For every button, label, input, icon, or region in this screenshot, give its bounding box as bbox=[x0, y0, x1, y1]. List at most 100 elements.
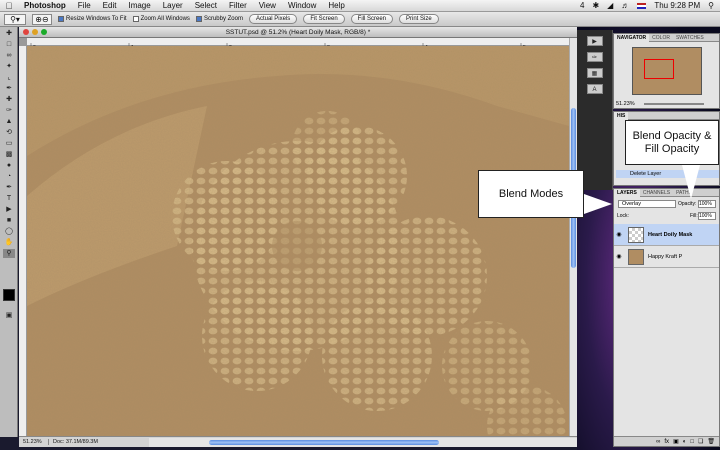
link-layers-icon[interactable]: ∞ bbox=[656, 439, 660, 445]
shape-tool-icon[interactable]: ■ bbox=[3, 216, 15, 225]
menu-window[interactable]: Window bbox=[282, 1, 322, 10]
clone-stamp-tool-icon[interactable]: ▲ bbox=[3, 117, 15, 126]
navigator-thumbnail[interactable] bbox=[632, 47, 702, 95]
checkbox-icon bbox=[132, 16, 139, 22]
callout-blend-modes: Blend Modes bbox=[478, 170, 584, 218]
checkbox-zoom-all-windows[interactable]: Zoom All Windows bbox=[132, 16, 190, 22]
layer-row[interactable]: ◉ Heart Doily Mask bbox=[614, 224, 719, 246]
document-info[interactable]: Doc: 37.1M/89.3M bbox=[49, 439, 149, 445]
hand-tool-icon[interactable]: ✋ bbox=[3, 238, 15, 247]
document-window: SSTUT.psd @ 51.2% (Heart Doily Mask, RGB… bbox=[19, 27, 577, 447]
fill-input[interactable]: 100% bbox=[698, 212, 716, 220]
clock[interactable]: Thu 9:28 PM bbox=[654, 1, 700, 10]
history-brush-tool-icon[interactable]: ⟲ bbox=[3, 128, 15, 137]
delete-layer-icon[interactable]: 🗑 bbox=[707, 438, 715, 445]
blend-mode-select[interactable]: Overlay bbox=[618, 200, 676, 208]
layer-style-icon[interactable]: fx bbox=[664, 439, 669, 445]
new-layer-icon[interactable]: ❏ bbox=[698, 438, 703, 445]
blend-mode-value: Overlay bbox=[622, 201, 641, 207]
layer-row[interactable]: ◉ Happy Kraft P bbox=[614, 246, 719, 268]
menu-filter[interactable]: Filter bbox=[223, 1, 253, 10]
options-bar: ⚲▾ ⊕⊖ Resize Windows To Fit Zoom All Win… bbox=[0, 12, 720, 27]
wifi-icon[interactable]: ◢ bbox=[607, 1, 613, 10]
horizontal-ruler[interactable]: 012345 bbox=[27, 38, 569, 51]
zoom-level[interactable]: 51.23% bbox=[19, 439, 49, 445]
eyedropper-tool-icon[interactable]: ✒ bbox=[3, 84, 15, 93]
zoom-tool-icon[interactable]: ⚲ bbox=[3, 249, 15, 258]
vertical-scrollbar[interactable] bbox=[569, 38, 577, 436]
tab-navigator[interactable]: NAVIGATOR bbox=[614, 33, 650, 42]
flag-icon[interactable] bbox=[637, 2, 647, 9]
image-canvas[interactable] bbox=[27, 46, 569, 436]
zoom-in-out-icon[interactable]: ⊕⊖ bbox=[32, 13, 52, 25]
fill-label: Fill: bbox=[690, 213, 698, 219]
callout-arrow-opacity bbox=[682, 165, 700, 199]
path-select-tool-icon[interactable]: ▶ bbox=[3, 205, 15, 214]
brushes-panel-icon[interactable]: ✑ bbox=[586, 52, 603, 62]
type-tool-icon[interactable]: T bbox=[3, 194, 15, 203]
tab-swatches[interactable]: SWATCHES bbox=[673, 35, 707, 41]
horizontal-scroll-thumb[interactable] bbox=[209, 439, 439, 445]
history-state[interactable]: Delete Layer bbox=[616, 170, 719, 178]
quick-select-tool-icon[interactable]: ✦ bbox=[3, 62, 15, 71]
menu-app-name[interactable]: Photoshop bbox=[18, 1, 72, 10]
brush-tool-icon[interactable]: ✑ bbox=[3, 106, 15, 115]
menu-help[interactable]: Help bbox=[322, 1, 350, 10]
marquee-tool-icon[interactable]: □ bbox=[3, 40, 15, 49]
add-mask-icon[interactable]: ▣ bbox=[673, 438, 679, 445]
opacity-label: Opacity: bbox=[678, 201, 697, 207]
tool-presets-panel-icon[interactable]: ▦ bbox=[586, 68, 603, 78]
checkbox-scrubby-zoom[interactable]: Scrubby Zoom bbox=[195, 16, 243, 22]
horizontal-scrollbar[interactable] bbox=[149, 437, 577, 447]
crop-tool-icon[interactable]: ⌞ bbox=[3, 73, 15, 82]
navigator-zoom-slider[interactable] bbox=[644, 103, 704, 105]
vertical-ruler[interactable] bbox=[19, 46, 27, 436]
adjustment-layer-icon[interactable]: ◐ bbox=[683, 439, 687, 445]
checkbox-label: Zoom All Windows bbox=[140, 16, 190, 22]
navigator-zoom[interactable]: 51.23% bbox=[616, 101, 635, 107]
character-panel-icon[interactable]: A bbox=[586, 84, 603, 94]
eraser-tool-icon[interactable]: ▭ bbox=[3, 139, 15, 148]
foreground-color-swatch[interactable] bbox=[3, 289, 15, 301]
checkbox-label: Scrubby Zoom bbox=[203, 16, 243, 22]
history-state-label: Delete Layer bbox=[630, 171, 662, 177]
layer-name: Happy Kraft P bbox=[648, 253, 683, 260]
checkbox-resize-windows[interactable]: Resize Windows To Fit bbox=[58, 16, 127, 22]
visibility-eye-icon[interactable]: ◉ bbox=[614, 253, 624, 260]
menu-image[interactable]: Image bbox=[122, 1, 156, 10]
zoom-tool-preset-icon[interactable]: ⚲▾ bbox=[4, 13, 26, 25]
actions-panel-icon[interactable]: ▶ bbox=[586, 36, 603, 46]
pen-tool-icon[interactable]: ✒ bbox=[3, 183, 15, 192]
bluetooth-icon[interactable]: ✱ bbox=[592, 1, 599, 10]
fit-screen-button[interactable]: Fit Screen bbox=[303, 14, 345, 24]
menu-layer[interactable]: Layer bbox=[157, 1, 189, 10]
checkbox-icon bbox=[195, 16, 202, 22]
tab-layers[interactable]: LAYERS bbox=[614, 188, 640, 197]
visibility-eye-icon[interactable]: ◉ bbox=[614, 231, 624, 238]
blur-tool-icon[interactable]: ● bbox=[3, 161, 15, 170]
menu-select[interactable]: Select bbox=[189, 1, 223, 10]
actual-pixels-button[interactable]: Actual Pixels bbox=[248, 14, 298, 24]
menu-edit[interactable]: Edit bbox=[97, 1, 123, 10]
lasso-tool-icon[interactable]: ∞ bbox=[3, 51, 15, 60]
new-group-icon[interactable]: □ bbox=[690, 439, 694, 445]
tab-history[interactable]: HIS bbox=[614, 111, 629, 120]
menu-file[interactable]: File bbox=[72, 1, 97, 10]
tab-color[interactable]: COLOR bbox=[649, 35, 673, 41]
opacity-input[interactable]: 100% bbox=[698, 200, 716, 208]
volume-icon[interactable]: ♬ bbox=[621, 1, 629, 10]
navigator-view-box[interactable] bbox=[644, 59, 674, 79]
healing-tool-icon[interactable]: ✚ bbox=[3, 95, 15, 104]
status-count[interactable]: 4 bbox=[580, 1, 584, 10]
apple-menu-icon[interactable]:  bbox=[0, 1, 18, 11]
menu-view[interactable]: View bbox=[253, 1, 282, 10]
tab-channels[interactable]: CHANNELS bbox=[640, 190, 673, 196]
spotlight-icon[interactable]: ⚲ bbox=[708, 1, 714, 10]
dodge-tool-icon[interactable]: ◔ bbox=[3, 172, 15, 181]
print-size-button[interactable]: Print Size bbox=[399, 14, 439, 24]
move-tool-icon[interactable]: ✚ bbox=[3, 29, 15, 38]
quick-mask-icon[interactable]: ▣ bbox=[3, 311, 15, 320]
gradient-tool-icon[interactable]: ▩ bbox=[3, 150, 15, 159]
fill-screen-button[interactable]: Fill Screen bbox=[350, 14, 393, 24]
3d-tool-icon[interactable]: ◯ bbox=[3, 227, 15, 236]
